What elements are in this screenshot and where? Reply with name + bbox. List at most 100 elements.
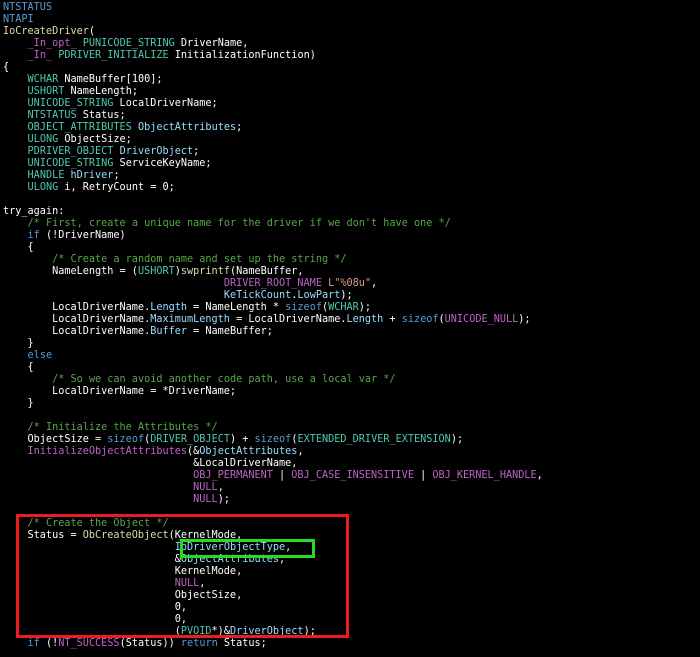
code-token-plain: ServiceKeyName;: [113, 158, 212, 169]
code-line: /* Create the Object */: [3, 518, 543, 530]
code-token-macro: NULL: [174, 578, 200, 589]
code-line: HANDLE hDriver;: [3, 170, 543, 182]
code-token-plain: ;: [113, 170, 120, 181]
code-token-plain: ,: [279, 554, 286, 565]
code-token-plain: DriverName,: [174, 38, 249, 49]
code-token-param: Buffer: [150, 326, 188, 337]
code-line: {: [3, 362, 543, 374]
code-token-macro: OBJ_KERNEL_HANDLE: [432, 470, 537, 481]
code-token-plain: (!: [39, 638, 59, 649]
code-token-function: ObCreateObject: [82, 530, 169, 541]
code-line: if (!DriverName): [3, 230, 543, 242]
code-line: }: [3, 338, 543, 350]
code-token-param: LowPart: [297, 290, 341, 301]
code-line: WCHAR NameBuffer[100];: [3, 74, 543, 86]
code-token-plain: {: [3, 362, 34, 373]
code-token-macro: NULL: [193, 482, 218, 493]
code-token-macro: InitializeObjectAttributes: [27, 446, 188, 457]
code-line: _In_ PDRIVER_INITIALIZE InitializationFu…: [3, 50, 543, 62]
code-token-param: DriverObject: [229, 626, 304, 637]
code-line: _In_opt_ PUNICODE_STRING DriverName,: [3, 38, 543, 50]
code-token-type: OBJECT_ATTRIBUTES: [27, 122, 132, 133]
code-token-param: ObjectAttributes: [137, 122, 237, 133]
code-token-plain: +: [383, 314, 402, 325]
code-line: DRIVER_ROOT_NAME L"%08u",: [3, 278, 543, 290]
code-token-type: WCHAR: [27, 74, 59, 85]
code-token-macro: DRIVER_ROOT_NAME: [223, 278, 322, 289]
code-line: ObjectSize = sizeof(DRIVER_OBJECT) + siz…: [3, 434, 543, 446]
code-token-macro: NT_SUCCESS: [58, 638, 120, 649]
code-token-keyword: if: [27, 230, 40, 241]
code-line: NTSTATUS: [3, 2, 543, 14]
code-token-plain: }: [3, 398, 34, 409]
code-line: OBJ_PERMANENT | OBJ_CASE_INSENSITIVE | O…: [3, 470, 543, 482]
code-token-type: ULONG: [27, 134, 59, 145]
code-token-keyword: sizeof: [401, 314, 439, 325]
code-line: ObjectSize,: [3, 590, 543, 602]
code-token-plain: *)&: [211, 626, 230, 637]
code-token-param: hDriver: [70, 170, 114, 181]
code-token-plain: (!DriverName): [39, 230, 126, 241]
code-line: LocalDriverName.Length = NameLength * si…: [3, 302, 543, 314]
code-line: IoCreateDriver(: [3, 26, 543, 38]
code-token-macro: UNICODE_NULL: [444, 314, 519, 325]
code-line: KeTickCount.LowPart);: [3, 290, 543, 302]
code-line: NTAPI: [3, 14, 543, 26]
code-token-plain: );: [358, 302, 372, 313]
code-token-param: MaximumLength: [150, 314, 230, 325]
code-token-plain: ;: [193, 146, 200, 157]
code-token-plain: (Status)): [119, 638, 181, 649]
code-line: if (!NT_SUCCESS(Status)) return Status;: [3, 638, 543, 650]
code-token-keyword: else: [27, 350, 53, 361]
code-token-param: Length: [346, 314, 384, 325]
code-line: /* Initialize the Attributes */: [3, 422, 543, 434]
code-token-plain: );: [450, 434, 464, 445]
code-token-comment: /* First, create a unique name for the d…: [27, 218, 451, 229]
code-token-plain: (: [88, 26, 96, 37]
code-token-keyword: NTAPI: [3, 14, 34, 25]
code-token-macro: OBJ_CASE_INSENSITIVE: [291, 470, 414, 481]
code-line: NULL,: [3, 578, 543, 590]
code-token-type: UNICODE_STRING: [27, 158, 114, 169]
code-token-function: swprintf: [180, 266, 230, 277]
code-token-plain: = NameBuffer;: [187, 326, 273, 337]
code-token-string: L"%08u": [328, 278, 372, 289]
code-line: USHORT NameLength;: [3, 86, 543, 98]
code-token-plain: |: [413, 470, 433, 481]
code-token-param: KeTickCount: [223, 290, 292, 301]
code-token-plain: LocalDriverName;: [113, 98, 218, 109]
code-line: {: [3, 62, 543, 74]
code-token-plain: &LocalDriverName,: [3, 458, 298, 469]
code-token-plain: (NameBuffer,: [229, 266, 304, 277]
code-line: else: [3, 350, 543, 362]
code-token-plain: }: [3, 338, 34, 349]
code-token-plain: (KernelMode,: [168, 530, 243, 541]
code-token-plain: ObjectSize;: [58, 134, 132, 145]
code-token-keyword: sizeof: [107, 434, 145, 445]
code-token-comment: /* So we can avoid another code path, us…: [52, 374, 396, 385]
code-token-plain: = LocalDriverName.: [229, 314, 347, 325]
code-token-param: DriverObject: [119, 146, 194, 157]
code-token-type: ULONG: [27, 182, 59, 193]
code-token-type: USHORT: [27, 86, 65, 97]
code-token-comment: /* Create a random name and set up the s…: [52, 254, 347, 265]
code-token-plain: );: [303, 626, 316, 637]
code-token-plain: ObjectSize =: [3, 434, 108, 445]
code-editor: NTSTATUS NTAPI IoCreateDriver( _In_opt_ PU…: [3, 2, 543, 650]
code-line: OBJECT_ATTRIBUTES ObjectAttributes;: [3, 122, 543, 134]
code-token-type: PDRIVER_INITIALIZE: [58, 50, 169, 61]
code-token-plain: LocalDriverName.: [3, 302, 151, 313]
